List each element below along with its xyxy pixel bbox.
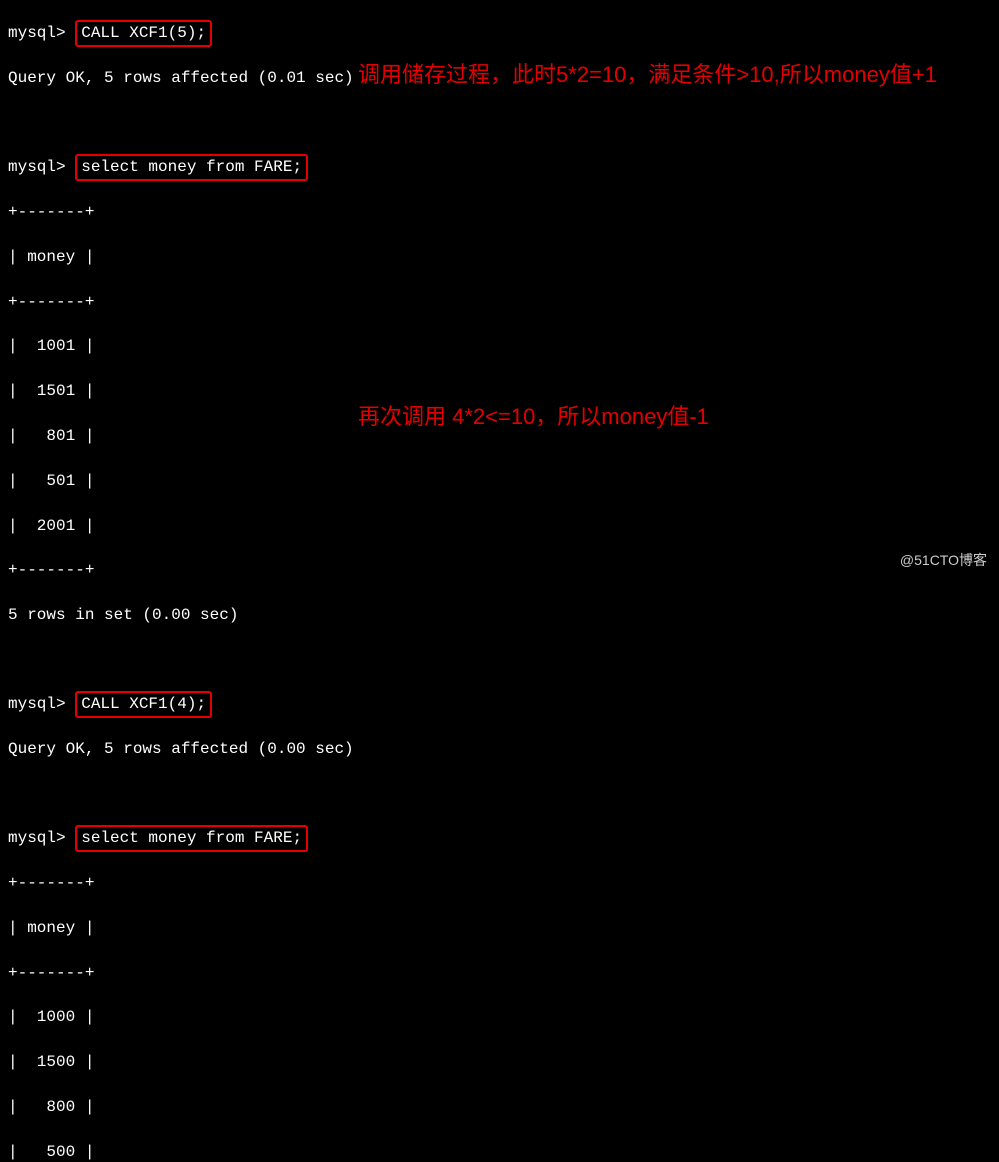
table-border: +-------+ bbox=[8, 962, 991, 984]
table-header: | money | bbox=[8, 917, 991, 939]
table-border: +-------+ bbox=[8, 872, 991, 894]
terminal-output: mysql> CALL XCF1(5); Query OK, 5 rows af… bbox=[8, 0, 991, 1162]
annotation-2: 再次调用 4*2<=10，所以money值-1 bbox=[358, 400, 958, 433]
command-call-xcf1-5: CALL XCF1(5); bbox=[75, 20, 212, 46]
table-border: +-------+ bbox=[8, 201, 991, 223]
table-row: | 500 | bbox=[8, 1141, 991, 1162]
table-row: | 1500 | bbox=[8, 1051, 991, 1073]
mysql-prompt: mysql> bbox=[8, 695, 66, 713]
mysql-prompt: mysql> bbox=[8, 24, 66, 42]
mysql-prompt: mysql> bbox=[8, 829, 66, 847]
mysql-prompt: mysql> bbox=[8, 158, 66, 176]
command-call-xcf1-4: CALL XCF1(4); bbox=[75, 691, 212, 717]
rows-in-set: 5 rows in set (0.00 sec) bbox=[8, 604, 991, 626]
table-border: +-------+ bbox=[8, 291, 991, 313]
table-row: | 1001 | bbox=[8, 335, 991, 357]
annotation-1: 调用储存过程，此时5*2=10，满足条件>10,所以money值+1 bbox=[358, 58, 958, 91]
table-row: | 800 | bbox=[8, 1096, 991, 1118]
query-result-2: Query OK, 5 rows affected (0.00 sec) bbox=[8, 738, 991, 760]
command-select-money-1: select money from FARE; bbox=[75, 154, 308, 180]
table-row: | 2001 | bbox=[8, 515, 991, 537]
table-row: | 1000 | bbox=[8, 1006, 991, 1028]
table-header: | money | bbox=[8, 246, 991, 268]
table-row: | 501 | bbox=[8, 470, 991, 492]
table-border: +-------+ bbox=[8, 559, 991, 581]
command-select-money-2: select money from FARE; bbox=[75, 825, 308, 851]
watermark: @51CTO博客 bbox=[900, 551, 987, 571]
